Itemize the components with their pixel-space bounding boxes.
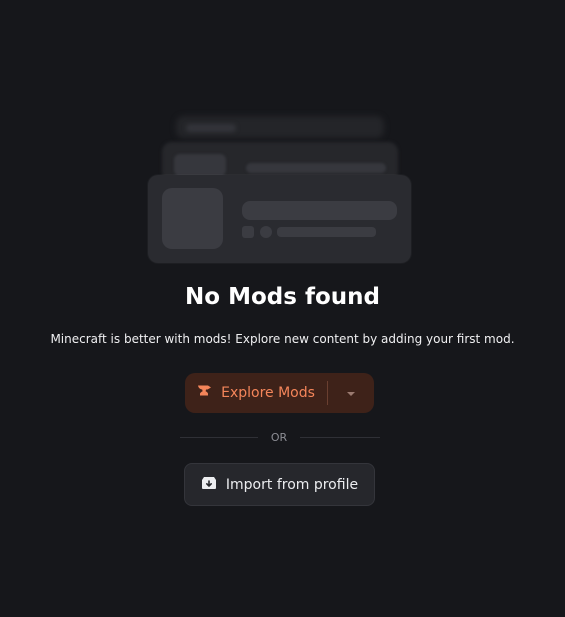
empty-state-message: Minecraft is better with mods! Explore n…	[50, 332, 515, 346]
hammer-icon	[197, 384, 221, 402]
placeholder-line	[246, 163, 386, 173]
import-from-profile-button[interactable]: Import from profile	[184, 463, 375, 506]
import-box-icon	[201, 475, 226, 495]
placeholder-square	[242, 226, 254, 238]
placeholder-illustration	[0, 0, 565, 270]
placeholder-thumbnail	[162, 188, 223, 249]
caret-down-icon	[346, 384, 356, 402]
explore-mods-label: Explore Mods	[221, 385, 315, 401]
placeholder-line	[186, 124, 236, 132]
or-separator: OR	[270, 431, 288, 444]
divider-line	[180, 437, 258, 438]
empty-state-title: No Mods found	[185, 284, 380, 310]
explore-dropdown-toggle[interactable]	[328, 373, 374, 413]
placeholder-thumbnail	[174, 154, 226, 176]
explore-mods-split-button: Explore Mods	[185, 373, 374, 413]
explore-mods-button[interactable]: Explore Mods	[185, 373, 327, 413]
import-from-profile-label: Import from profile	[225, 476, 359, 493]
placeholder-title-line	[242, 201, 397, 220]
placeholder-meta-line	[277, 227, 376, 237]
empty-mods-view: No Mods found Minecraft is better with m…	[0, 0, 565, 617]
divider-line	[300, 437, 380, 438]
placeholder-dot	[260, 226, 272, 238]
